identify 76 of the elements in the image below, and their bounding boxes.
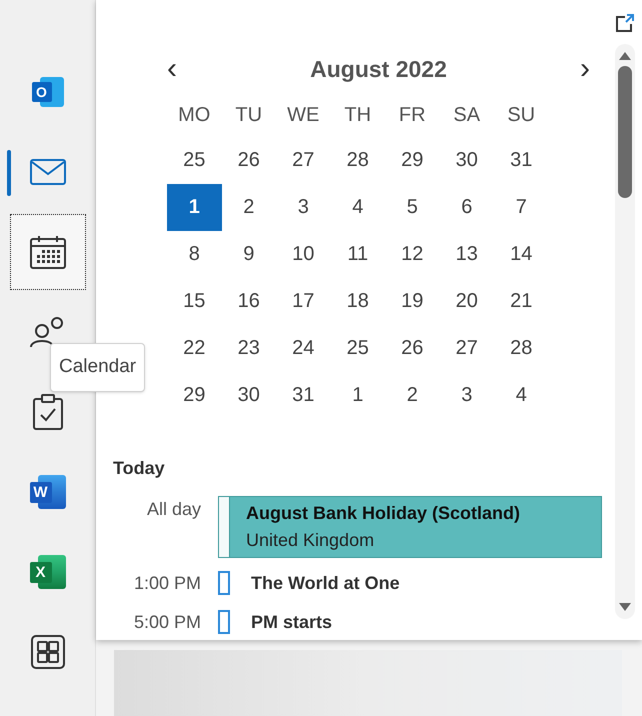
mail-icon xyxy=(30,159,66,185)
date-cell[interactable]: 6 xyxy=(440,184,494,230)
date-cell[interactable]: 11 xyxy=(330,230,385,278)
date-cell[interactable]: 12 xyxy=(385,230,440,278)
date-cell[interactable]: 14 xyxy=(494,230,548,278)
date-cell[interactable]: 4 xyxy=(330,184,385,230)
event-time: All day xyxy=(146,498,201,521)
date-cell[interactable]: 3 xyxy=(276,184,330,230)
date-cell[interactable]: 20 xyxy=(440,278,494,324)
date-cell[interactable]: 5 xyxy=(385,184,440,230)
rail-button[interactable]: O xyxy=(10,54,86,130)
weekday-label: SA xyxy=(453,102,480,128)
weekday-label: TH xyxy=(344,102,372,128)
date-cell[interactable]: 28 xyxy=(494,324,548,372)
date-cell[interactable]: 13 xyxy=(440,230,494,278)
selection-indicator xyxy=(7,150,11,196)
date-cell[interactable]: 25 xyxy=(330,324,385,372)
event-title[interactable]: The World at One xyxy=(251,570,400,596)
weekday-label: WE xyxy=(287,102,320,128)
weekday-label: FR xyxy=(398,102,426,128)
agenda-heading: Today xyxy=(113,456,166,480)
date-cell[interactable]: 28 xyxy=(330,136,385,184)
date-cell[interactable]: 16 xyxy=(222,278,276,324)
date-cell[interactable]: 30 xyxy=(440,136,494,184)
scroll-down-icon[interactable] xyxy=(619,603,631,611)
date-cell[interactable]: 1 xyxy=(167,184,222,230)
date-cell[interactable]: 19 xyxy=(385,278,440,324)
date-cell[interactable]: 3 xyxy=(440,372,494,418)
date-cell[interactable]: 1 xyxy=(330,372,385,418)
scrollbar-thumb[interactable] xyxy=(618,66,632,198)
scrollbar[interactable] xyxy=(615,44,635,619)
scroll-up-icon[interactable] xyxy=(619,52,631,60)
tooltip: Calendar xyxy=(50,343,146,392)
weekday-label: SU xyxy=(507,102,536,128)
date-cell[interactable]: 9 xyxy=(222,230,276,278)
event-item[interactable]: August Bank Holiday (Scotland) United Kingdom xyxy=(218,496,602,558)
date-cell[interactable]: 23 xyxy=(222,324,276,372)
date-cell[interactable]: 29 xyxy=(167,372,222,418)
date-cell[interactable]: 27 xyxy=(276,136,330,184)
event-title: August Bank Holiday (Scotland) xyxy=(246,502,520,525)
date-cell[interactable]: 22 xyxy=(167,324,222,372)
weekday-label: TU xyxy=(235,102,262,128)
date-cell[interactable]: 30 xyxy=(222,372,276,418)
date-cell[interactable]: 29 xyxy=(385,136,440,184)
event-title[interactable]: PM starts xyxy=(251,608,332,636)
date-cell[interactable]: 2 xyxy=(222,184,276,230)
event-time: 1:00 PM xyxy=(132,572,201,594)
rail-button[interactable] xyxy=(10,214,86,290)
calendar-icon xyxy=(30,235,66,269)
date-cell[interactable]: 25 xyxy=(167,136,222,184)
date-cell[interactable]: 17 xyxy=(276,278,330,324)
clipboard-check-icon xyxy=(32,394,62,430)
event-location: United Kingdom xyxy=(246,528,376,552)
date-cell[interactable]: 10 xyxy=(276,230,330,278)
date-cell[interactable]: 2 xyxy=(385,372,440,418)
date-cell[interactable]: 18 xyxy=(330,278,385,324)
date-cell[interactable]: 24 xyxy=(276,324,330,372)
previous-month-button[interactable]: ‹ xyxy=(163,54,181,84)
rail-button[interactable]: X xyxy=(10,534,86,610)
date-cell[interactable]: 31 xyxy=(494,136,548,184)
date-cell[interactable]: 26 xyxy=(222,136,276,184)
rail-button[interactable]: W xyxy=(10,454,86,530)
date-cell[interactable]: 27 xyxy=(440,324,494,372)
date-cell[interactable]: 7 xyxy=(494,184,548,230)
date-cell[interactable]: 31 xyxy=(276,372,330,418)
month-title: August 2022 xyxy=(310,55,447,84)
date-cell[interactable]: 21 xyxy=(494,278,548,324)
weekday-label: MO xyxy=(178,102,210,128)
date-cell[interactable]: 26 xyxy=(385,324,440,372)
date-cell[interactable]: 8 xyxy=(167,230,222,278)
pop-out-icon[interactable] xyxy=(615,14,635,32)
next-month-button[interactable]: › xyxy=(576,54,594,84)
event-time: 5:00 PM xyxy=(132,610,201,634)
date-cell[interactable]: 15 xyxy=(167,278,222,324)
date-cell[interactable]: 4 xyxy=(494,372,548,418)
apps-grid-icon xyxy=(30,635,64,669)
